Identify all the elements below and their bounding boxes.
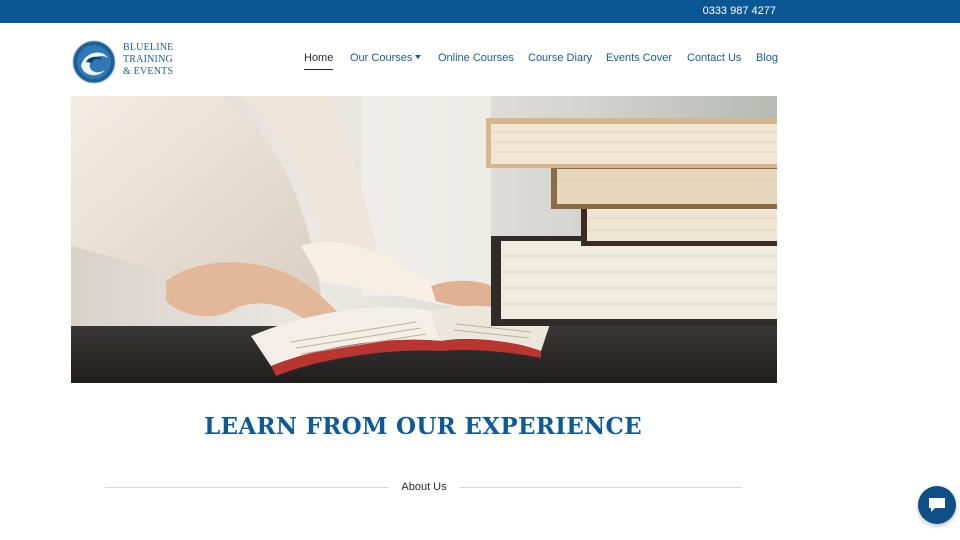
nav-blog[interactable]: Blog (756, 52, 778, 64)
nav-events-cover[interactable]: Events Cover (606, 52, 672, 64)
hero-image (71, 96, 777, 383)
section-label: About Us (401, 481, 447, 493)
main-nav: Home Our Courses Online Courses Course D… (0, 23, 960, 96)
caret-down-icon (415, 55, 422, 59)
divider-line-left (105, 487, 389, 488)
divider-line-right (459, 487, 742, 488)
page-headline: LEARN FROM OUR EXPERIENCE (204, 413, 642, 440)
nav-our-courses[interactable]: Our Courses (350, 52, 422, 64)
section-divider: About Us (105, 478, 742, 498)
nav-our-courses-label: Our Courses (350, 52, 413, 64)
top-bar: 0333 987 4277 (0, 0, 960, 23)
nav-contact-us[interactable]: Contact Us (687, 52, 741, 64)
nav-home[interactable]: Home (304, 52, 334, 70)
site-header: BLUELINE TRAINING & EVENTS Home Our Cour… (0, 23, 960, 96)
chat-bubble-icon (929, 498, 945, 512)
phone-number-link[interactable]: 0333 987 4277 (703, 5, 776, 17)
hero-illustration (71, 96, 777, 383)
nav-online-courses[interactable]: Online Courses (438, 52, 514, 64)
nav-course-diary[interactable]: Course Diary (528, 52, 592, 64)
chat-button[interactable] (918, 486, 956, 524)
